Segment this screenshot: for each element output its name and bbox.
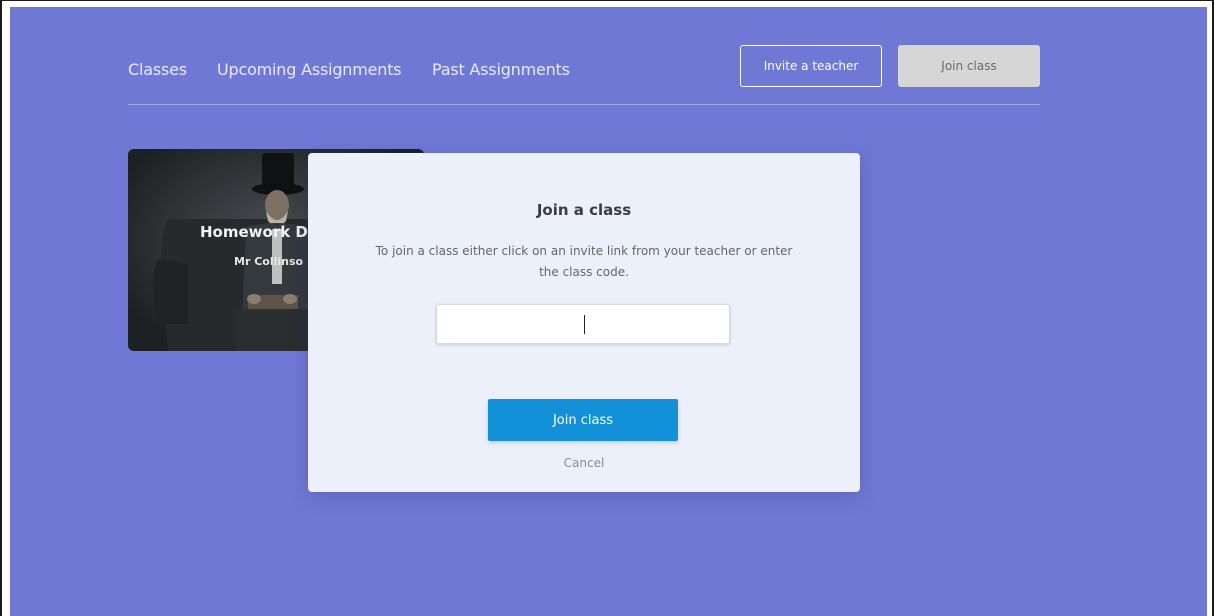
join-class-modal: Join a class To join a class either clic… bbox=[308, 153, 860, 492]
nav-past-assignments[interactable]: Past Assignments bbox=[432, 60, 570, 79]
invite-teacher-button[interactable]: Invite a teacher bbox=[740, 45, 882, 87]
join-class-button[interactable]: Join class bbox=[488, 399, 678, 441]
class-card-teacher: Mr Collinso bbox=[234, 255, 304, 268]
class-card-title: Homework D bbox=[200, 223, 308, 241]
app-background: Classes Upcoming Assignments Past Assign… bbox=[10, 7, 1207, 616]
modal-description: To join a class either click on an invit… bbox=[375, 244, 793, 279]
invite-teacher-label: Invite a teacher bbox=[763, 59, 859, 73]
screenshot-frame: Classes Upcoming Assignments Past Assign… bbox=[0, 0, 1214, 616]
join-class-button-label: Join class bbox=[552, 412, 614, 428]
nav-classes[interactable]: Classes bbox=[128, 60, 187, 79]
class-code-input[interactable] bbox=[436, 304, 730, 344]
cancel-link[interactable]: Cancel bbox=[308, 456, 860, 470]
text-cursor bbox=[584, 315, 585, 334]
modal-title: Join a class bbox=[536, 201, 632, 219]
join-class-header-label: Join class bbox=[941, 59, 997, 73]
nav-upcoming-assignments[interactable]: Upcoming Assignments bbox=[217, 60, 402, 79]
join-class-header-button[interactable]: Join class bbox=[898, 45, 1040, 87]
nav-divider bbox=[128, 104, 1040, 105]
